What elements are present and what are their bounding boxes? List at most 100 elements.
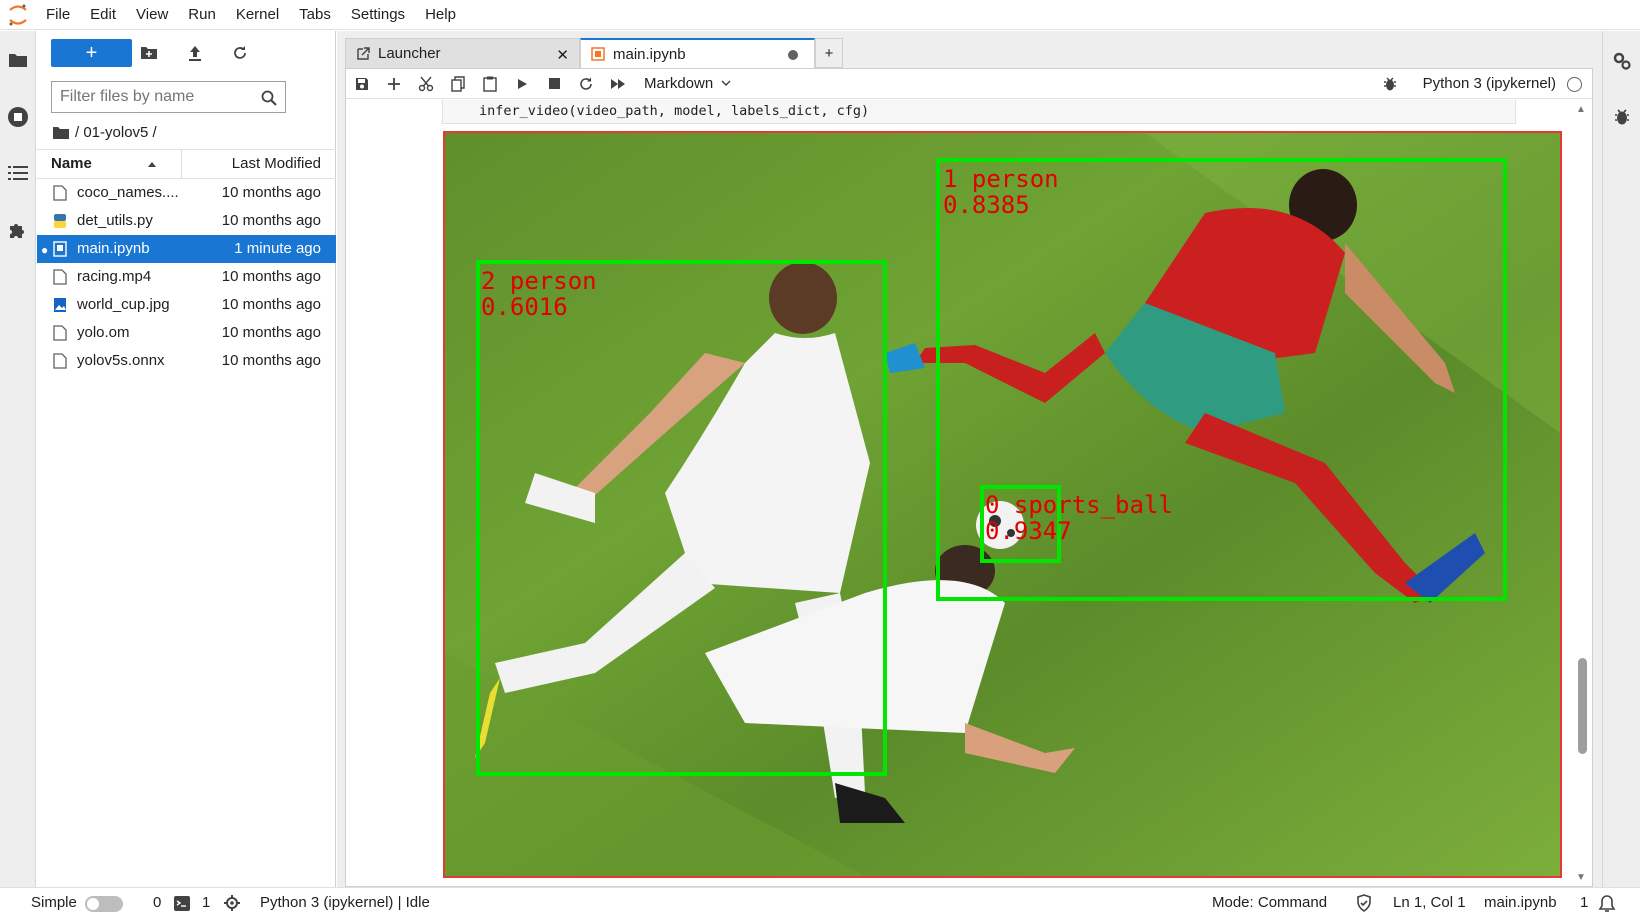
tab-bar: Launcher ✕ main.ipynb + xyxy=(345,38,843,68)
column-name-header[interactable]: Name xyxy=(51,150,176,178)
file-icon xyxy=(53,269,67,285)
detection-output-image: 1 person 0.8385 2 person 0.6016 0 sports… xyxy=(443,131,1562,878)
code-line: infer_video(video_path, model, labels_di… xyxy=(479,103,870,119)
menu-tabs[interactable]: Tabs xyxy=(289,0,341,30)
tab-main-notebook[interactable]: main.ipynb xyxy=(580,38,815,68)
right-activity-bar xyxy=(1602,31,1640,887)
kernel-gear-icon xyxy=(224,895,240,911)
kernel-count[interactable]: 1 xyxy=(202,888,210,918)
filter-files-field[interactable] xyxy=(51,81,286,113)
file-list-header: Name Last Modified xyxy=(37,149,336,179)
kernel-name-button[interactable]: Python 3 (ipykernel) xyxy=(1423,69,1556,99)
detection-score-1: 0.8385 xyxy=(943,191,1030,219)
column-modified-header[interactable]: Last Modified xyxy=(232,150,321,178)
filter-files-input[interactable] xyxy=(60,88,250,106)
menu-run[interactable]: Run xyxy=(178,0,226,30)
simple-mode-toggle[interactable] xyxy=(85,896,123,912)
menu-edit[interactable]: Edit xyxy=(80,0,126,30)
notebook-icon xyxy=(591,47,605,61)
notification-count[interactable]: 1 xyxy=(1580,888,1588,918)
fast-forward-icon[interactable] xyxy=(602,69,634,99)
file-icon xyxy=(53,325,67,341)
paste-icon[interactable] xyxy=(474,69,506,99)
tab-launcher[interactable]: Launcher ✕ xyxy=(345,38,580,68)
cell-type-select[interactable]: Markdown xyxy=(644,75,731,92)
file-icon xyxy=(53,353,67,369)
detection-label-1: 1 person xyxy=(943,165,1059,193)
unsaved-dot-icon[interactable] xyxy=(788,50,798,60)
list-item[interactable]: ● main.ipynb 1 minute ago xyxy=(37,235,336,263)
run-icon[interactable] xyxy=(506,69,538,99)
code-cell[interactable]: infer_video(video_path, model, labels_di… xyxy=(442,100,1516,124)
list-item[interactable]: racing.mp4 10 months ago xyxy=(37,263,336,291)
save-icon[interactable] xyxy=(346,69,378,99)
list-item[interactable]: world_cup.jpg 10 months ago xyxy=(37,291,336,319)
file-modified: 10 months ago xyxy=(221,268,321,285)
scrollbar-thumb[interactable] xyxy=(1578,658,1587,754)
detection-label-2: 2 person xyxy=(481,267,597,295)
breadcrumb-path[interactable]: / 01-yolov5 / xyxy=(75,124,157,141)
notebook-content: infer_video(video_path, model, labels_di… xyxy=(346,100,1592,887)
mode-indicator: Mode: Command xyxy=(1212,894,1328,911)
tab-label: main.ipynb xyxy=(613,45,686,63)
scroll-up-icon[interactable]: ▲ xyxy=(1576,104,1586,115)
notebook-panel: Markdown Python 3 (ipykernel) infer_vide… xyxy=(345,68,1593,887)
status-bar: Simple 0 1 Python 3 (ipykernel) | Idle M… xyxy=(0,887,1640,917)
property-inspector-icon[interactable] xyxy=(1604,41,1640,81)
left-activity-bar xyxy=(0,31,36,887)
running-dot-icon: ● xyxy=(41,243,49,257)
breadcrumb: / 01-yolov5 / xyxy=(53,119,157,145)
kernel-status-text[interactable]: Python 3 (ipykernel) | Idle xyxy=(260,888,430,918)
file-browser-toolbar: + xyxy=(37,39,336,69)
menu-file[interactable]: File xyxy=(36,0,80,30)
simple-mode-label: Simple xyxy=(31,894,77,911)
cut-icon[interactable] xyxy=(410,69,442,99)
search-icon xyxy=(261,90,277,106)
new-launcher-button[interactable]: + xyxy=(51,39,132,67)
copy-icon[interactable] xyxy=(442,69,474,99)
cursor-position[interactable]: Ln 1, Col 1 xyxy=(1393,888,1466,918)
file-name: coco_names.... xyxy=(77,184,179,201)
menu-bar: File Edit View Run Kernel Tabs Settings … xyxy=(0,0,1640,30)
debugger-bug-icon[interactable] xyxy=(1383,76,1397,92)
file-modified: 10 months ago xyxy=(221,212,321,229)
menu-help[interactable]: Help xyxy=(415,0,466,30)
cell-type-value: Markdown xyxy=(644,75,714,92)
refresh-icon[interactable] xyxy=(224,39,256,67)
column-separator[interactable] xyxy=(181,150,182,178)
list-item[interactable]: det_utils.py 10 months ago xyxy=(37,207,336,235)
launch-icon xyxy=(357,46,370,60)
extension-icon[interactable] xyxy=(0,210,36,250)
file-icon xyxy=(53,185,67,201)
restart-icon[interactable] xyxy=(570,69,602,99)
list-item[interactable]: yolov5s.onnx 10 months ago xyxy=(37,347,336,375)
folder-icon[interactable] xyxy=(53,126,69,139)
file-name: world_cup.jpg xyxy=(77,296,170,313)
file-browser: + / 01-yolov5 / Name Last Modified coco_… xyxy=(37,31,336,887)
upload-icon[interactable] xyxy=(179,39,211,67)
stop-icon[interactable] xyxy=(538,69,570,99)
menu-view[interactable]: View xyxy=(126,0,178,30)
menu-settings[interactable]: Settings xyxy=(341,0,415,30)
running-icon[interactable] xyxy=(0,97,36,137)
image-file-icon xyxy=(54,298,66,312)
toc-icon[interactable] xyxy=(0,153,36,193)
file-modified: 10 months ago xyxy=(221,296,321,313)
debugger-icon[interactable] xyxy=(1604,97,1640,137)
soccer-detection-image: 1 person 0.8385 2 person 0.6016 0 sports… xyxy=(445,133,1560,876)
close-icon[interactable]: ✕ xyxy=(556,46,569,64)
file-modified: 10 months ago xyxy=(221,324,321,341)
shield-check-icon[interactable] xyxy=(1356,894,1372,912)
terminal-count[interactable]: 0 xyxy=(153,888,161,918)
list-item[interactable]: yolo.om 10 months ago xyxy=(37,319,336,347)
file-name: det_utils.py xyxy=(77,212,153,229)
menu-kernel[interactable]: Kernel xyxy=(226,0,289,30)
list-item[interactable]: coco_names.... 10 months ago xyxy=(37,179,336,207)
vertical-scrollbar[interactable]: ▲ ▼ xyxy=(1572,100,1592,887)
scroll-down-icon[interactable]: ▼ xyxy=(1576,872,1586,883)
folder-icon[interactable] xyxy=(0,40,36,80)
new-tab-button[interactable]: + xyxy=(815,38,843,68)
add-cell-icon[interactable] xyxy=(378,69,410,99)
new-folder-icon[interactable] xyxy=(133,39,165,67)
bell-icon[interactable] xyxy=(1598,894,1616,913)
